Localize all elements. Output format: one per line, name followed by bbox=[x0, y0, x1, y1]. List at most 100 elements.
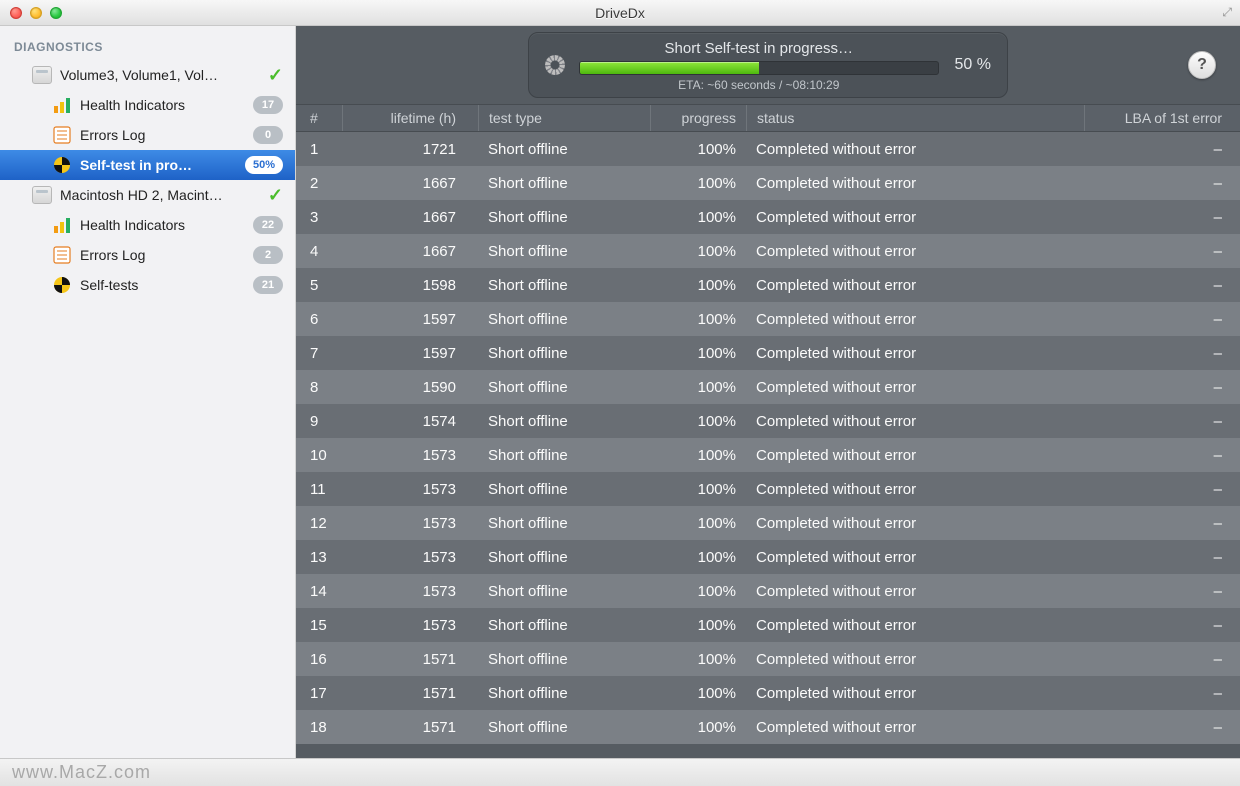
col-lba[interactable]: LBA of 1st error bbox=[1084, 105, 1240, 131]
col-type[interactable]: test type bbox=[478, 105, 650, 131]
minimize-icon[interactable] bbox=[30, 7, 42, 19]
table-row[interactable]: 111573Short offline100%Completed without… bbox=[296, 472, 1240, 506]
sidebar-item-badge: 17 bbox=[253, 96, 283, 114]
sidebar-drive[interactable]: Macintosh HD 2, Macint…✓ bbox=[0, 180, 295, 210]
fullscreen-icon[interactable]: ⤢ bbox=[1222, 5, 1232, 20]
cell-index: 10 bbox=[296, 438, 342, 472]
col-lifetime[interactable]: lifetime (h) bbox=[342, 105, 478, 131]
cell-lifetime: 1573 bbox=[342, 506, 478, 540]
cell-index: 11 bbox=[296, 472, 342, 506]
table-row[interactable]: 171571Short offline100%Completed without… bbox=[296, 676, 1240, 710]
sidebar-section-header: DIAGNOSTICS bbox=[0, 36, 295, 60]
cell-progress: 100% bbox=[650, 166, 746, 200]
cell-index: 2 bbox=[296, 166, 342, 200]
sidebar: DIAGNOSTICS Volume3, Volume1, Vol…✓Healt… bbox=[0, 26, 296, 758]
cell-lifetime: 1667 bbox=[342, 166, 478, 200]
cell-status: Completed without error bbox=[746, 166, 1084, 200]
table-row[interactable]: 41667Short offline100%Completed without … bbox=[296, 234, 1240, 268]
cell-progress: 100% bbox=[650, 472, 746, 506]
table-row[interactable]: 21667Short offline100%Completed without … bbox=[296, 166, 1240, 200]
cell-lba: – bbox=[1084, 132, 1240, 166]
cell-type: Short offline bbox=[478, 268, 650, 302]
cell-status: Completed without error bbox=[746, 710, 1084, 744]
cell-status: Completed without error bbox=[746, 506, 1084, 540]
cell-index: 14 bbox=[296, 574, 342, 608]
bars-icon bbox=[52, 215, 72, 235]
cell-status: Completed without error bbox=[746, 608, 1084, 642]
cell-progress: 100% bbox=[650, 302, 746, 336]
cell-lba: – bbox=[1084, 166, 1240, 200]
cell-lifetime: 1721 bbox=[342, 132, 478, 166]
table-row[interactable]: 141573Short offline100%Completed without… bbox=[296, 574, 1240, 608]
help-button[interactable]: ? bbox=[1188, 51, 1216, 79]
sidebar-item[interactable]: Self-test in pro…50% bbox=[0, 150, 295, 180]
cell-type: Short offline bbox=[478, 574, 650, 608]
table-row[interactable]: 181571Short offline100%Completed without… bbox=[296, 710, 1240, 744]
cell-progress: 100% bbox=[650, 132, 746, 166]
cell-status: Completed without error bbox=[746, 540, 1084, 574]
table-row[interactable]: 31667Short offline100%Completed without … bbox=[296, 200, 1240, 234]
cell-lba: – bbox=[1084, 540, 1240, 574]
sidebar-drive-label: Macintosh HD 2, Macint… bbox=[60, 187, 268, 203]
window-controls bbox=[10, 7, 62, 19]
table-row[interactable]: 51598Short offline100%Completed without … bbox=[296, 268, 1240, 302]
sidebar-item-badge: 21 bbox=[253, 276, 283, 294]
cell-lifetime: 1590 bbox=[342, 370, 478, 404]
table-row[interactable]: 91574Short offline100%Completed without … bbox=[296, 404, 1240, 438]
table-row[interactable]: 131573Short offline100%Completed without… bbox=[296, 540, 1240, 574]
table-row[interactable]: 71597Short offline100%Completed without … bbox=[296, 336, 1240, 370]
sidebar-item[interactable]: Self-tests21 bbox=[0, 270, 295, 300]
col-status[interactable]: status bbox=[746, 105, 1084, 131]
cell-type: Short offline bbox=[478, 710, 650, 744]
cell-lba: – bbox=[1084, 676, 1240, 710]
cell-lba: – bbox=[1084, 268, 1240, 302]
zoom-icon[interactable] bbox=[50, 7, 62, 19]
cell-lba: – bbox=[1084, 472, 1240, 506]
col-index[interactable]: # bbox=[296, 105, 342, 131]
table-row[interactable]: 11721Short offline100%Completed without … bbox=[296, 132, 1240, 166]
sidebar-item[interactable]: Health Indicators17 bbox=[0, 90, 295, 120]
table-row[interactable]: 81590Short offline100%Completed without … bbox=[296, 370, 1240, 404]
cell-status: Completed without error bbox=[746, 336, 1084, 370]
cell-lifetime: 1667 bbox=[342, 200, 478, 234]
table-row[interactable]: 161571Short offline100%Completed without… bbox=[296, 642, 1240, 676]
table-row[interactable]: 101573Short offline100%Completed without… bbox=[296, 438, 1240, 472]
col-progress[interactable]: progress bbox=[650, 105, 746, 131]
log-icon bbox=[52, 125, 72, 145]
cell-type: Short offline bbox=[478, 336, 650, 370]
cell-index: 7 bbox=[296, 336, 342, 370]
sidebar-item-label: Self-tests bbox=[80, 277, 253, 293]
sidebar-item[interactable]: Health Indicators22 bbox=[0, 210, 295, 240]
cell-index: 12 bbox=[296, 506, 342, 540]
cell-type: Short offline bbox=[478, 200, 650, 234]
cell-status: Completed without error bbox=[746, 200, 1084, 234]
cell-status: Completed without error bbox=[746, 132, 1084, 166]
cell-index: 13 bbox=[296, 540, 342, 574]
cell-lifetime: 1597 bbox=[342, 336, 478, 370]
cell-lifetime: 1571 bbox=[342, 642, 478, 676]
cell-lba: – bbox=[1084, 302, 1240, 336]
cell-lifetime: 1573 bbox=[342, 438, 478, 472]
cell-progress: 100% bbox=[650, 404, 746, 438]
log-icon bbox=[52, 245, 72, 265]
sidebar-drive[interactable]: Volume3, Volume1, Vol…✓ bbox=[0, 60, 295, 90]
table-header: # lifetime (h) test type progress status… bbox=[296, 104, 1240, 132]
selftest-progress-bar bbox=[579, 61, 939, 75]
cell-status: Completed without error bbox=[746, 268, 1084, 302]
cell-index: 15 bbox=[296, 608, 342, 642]
cell-type: Short offline bbox=[478, 472, 650, 506]
cell-lifetime: 1571 bbox=[342, 676, 478, 710]
table-row[interactable]: 61597Short offline100%Completed without … bbox=[296, 302, 1240, 336]
table-row[interactable]: 121573Short offline100%Completed without… bbox=[296, 506, 1240, 540]
sidebar-item[interactable]: Errors Log0 bbox=[0, 120, 295, 150]
drive-icon bbox=[32, 65, 52, 85]
cell-lba: – bbox=[1084, 336, 1240, 370]
cell-index: 8 bbox=[296, 370, 342, 404]
cell-progress: 100% bbox=[650, 234, 746, 268]
close-icon[interactable] bbox=[10, 7, 22, 19]
sidebar-item[interactable]: Errors Log2 bbox=[0, 240, 295, 270]
selftest-progress-area: Short Self-test in progress… ETA: ~60 se… bbox=[296, 26, 1240, 104]
table-row[interactable]: 151573Short offline100%Completed without… bbox=[296, 608, 1240, 642]
sidebar-item-label: Errors Log bbox=[80, 127, 253, 143]
cell-type: Short offline bbox=[478, 166, 650, 200]
